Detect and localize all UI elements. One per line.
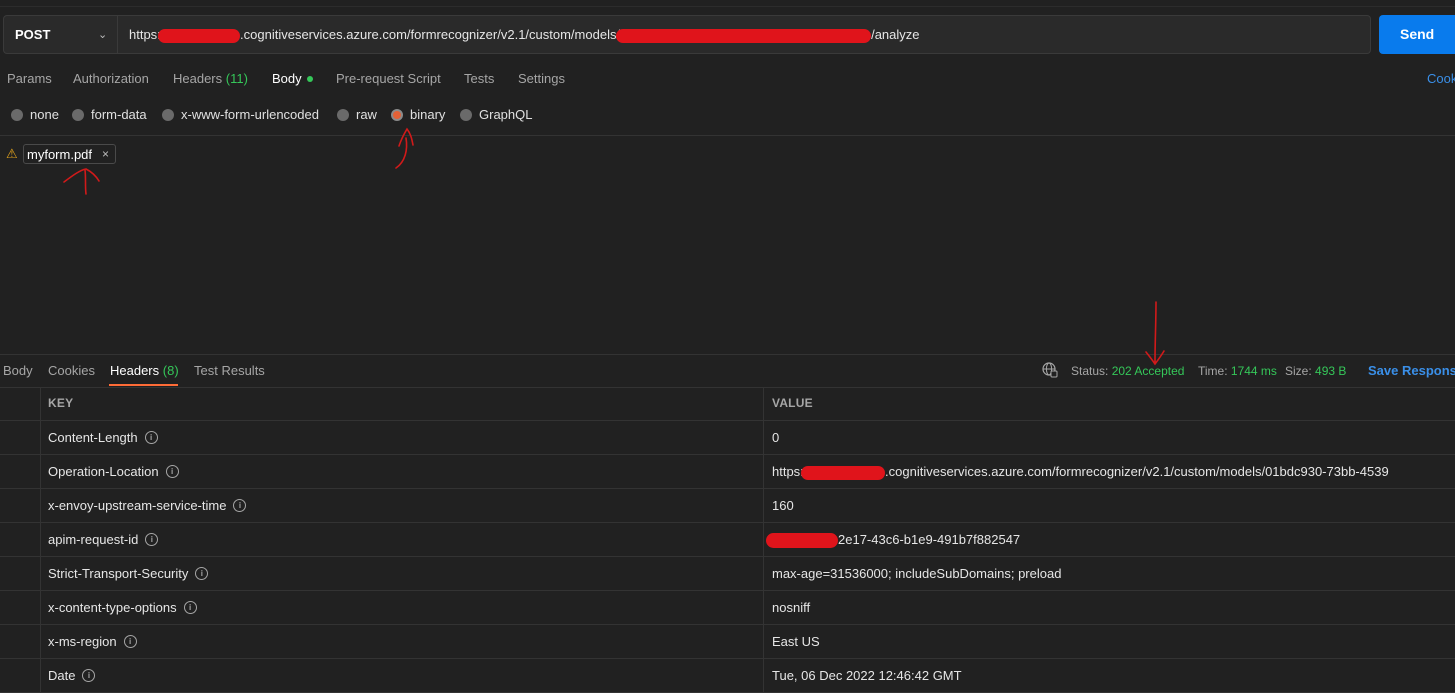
annotation-arrow-file [63, 168, 100, 195]
annotation-overlay [63, 127, 1165, 366]
annotation-arrow-binary [395, 127, 414, 169]
annotation-arrow-status [1145, 301, 1165, 366]
